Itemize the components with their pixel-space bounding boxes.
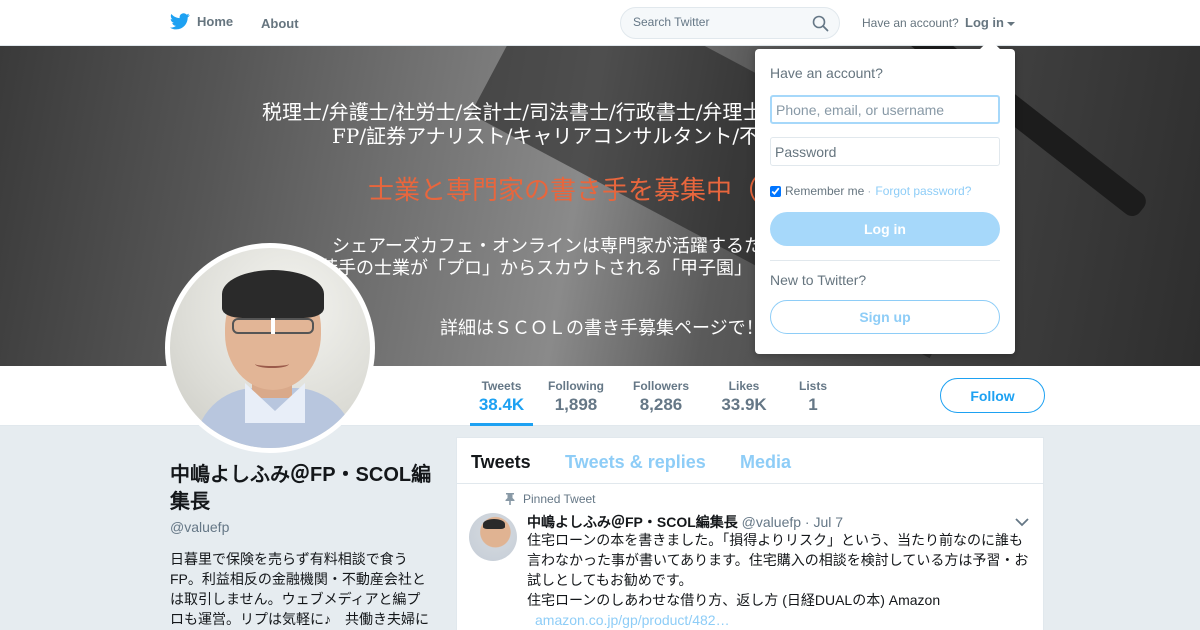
- stat-label: Likes: [728, 379, 760, 393]
- tweet-avatar[interactable]: [469, 513, 517, 561]
- avatar-photo: [170, 248, 370, 448]
- login-dropdown: Have an account? Remember me · Forgot pa…: [755, 49, 1015, 354]
- remember-me-checkbox[interactable]: [770, 185, 781, 197]
- stat-tweets[interactable]: Tweets 38.4K: [470, 379, 533, 426]
- stat-value: 8,286: [639, 395, 683, 414]
- search-box: [620, 7, 840, 39]
- have-account-text: Have an account?: [862, 16, 959, 30]
- nav-about-link[interactable]: About: [261, 16, 299, 31]
- search-input[interactable]: [633, 15, 803, 29]
- top-navigation-bar: Home About Have an account? Log in: [0, 0, 1200, 46]
- chevron-down-icon[interactable]: [1015, 517, 1029, 527]
- stat-likes[interactable]: Likes 33.9K: [718, 379, 770, 415]
- tweet-date[interactable]: · Jul 7: [805, 514, 843, 530]
- profile-handle[interactable]: @valuefp: [170, 519, 229, 535]
- stat-following[interactable]: Following 1,898: [547, 379, 605, 415]
- timeline: Tweets Tweets & replies Media Pinned Twe…: [456, 437, 1044, 630]
- twitter-bird-icon: [170, 13, 190, 30]
- banner-text-line: 詳細はＳＣＯＬの書き手募集ページで！: [440, 318, 764, 338]
- remember-me-row: Remember me · Forgot password?: [770, 184, 971, 198]
- stat-label: Lists: [798, 379, 827, 393]
- separator-dot: ·: [867, 184, 872, 198]
- search-icon[interactable]: [812, 15, 829, 32]
- tab-media[interactable]: Media: [740, 452, 791, 473]
- avatar-mouth: [255, 360, 289, 368]
- avatar-glasses: [232, 318, 314, 334]
- tweet-link[interactable]: amazon.co.jp/gp/product/482…: [527, 610, 1035, 630]
- tweet-author-handle[interactable]: @valuefp: [742, 514, 801, 530]
- stat-label: Followers: [632, 379, 689, 393]
- banner-text-line: 若手の士業が「プロ」からスカウトされる「甲子園」: [320, 258, 752, 278]
- divider: [770, 260, 1000, 261]
- stat-label: Tweets: [481, 379, 522, 393]
- login-submit-button[interactable]: Log in: [770, 212, 1000, 246]
- pin-icon: [505, 493, 515, 505]
- tweet-text: 住宅ローンの本を書きました。「損得よりリスク」という、当たり前なのに誰も言わなか…: [527, 532, 1029, 588]
- tweet-header: 中嶋よしふみ＠FP・SCOL編集長 @valuefp · Jul 7: [527, 512, 843, 532]
- profile-bio: 日暮里で保険を売らず有料相談で食うFP。利益相反の金融機関・不動産会社とは取引し…: [170, 551, 429, 627]
- login-dropdown-title: Have an account?: [770, 65, 883, 81]
- new-to-twitter-text: New to Twitter?: [770, 272, 867, 288]
- stat-value: 38.4K: [478, 395, 525, 414]
- stat-lists[interactable]: Lists 1: [797, 379, 829, 415]
- pinned-tweet-text: Pinned Tweet: [523, 492, 596, 506]
- follow-button[interactable]: Follow: [940, 378, 1045, 413]
- banner-text-line: FP/証券アナリスト/キャリアコンサルタント/不動: [332, 124, 780, 148]
- stat-value: 33.9K: [721, 395, 767, 414]
- signup-button[interactable]: Sign up: [770, 300, 1000, 334]
- caret-down-icon: [1007, 21, 1015, 26]
- password-field[interactable]: [770, 137, 1000, 166]
- stat-value: 1,898: [554, 395, 598, 414]
- username-field[interactable]: [770, 95, 1000, 124]
- stat-followers[interactable]: Followers 8,286: [632, 379, 690, 415]
- remember-me-label[interactable]: Remember me: [785, 184, 864, 198]
- tweet-text: 住宅ローンのしあわせな借り方、返し方 (日経DUALの本) Amazon: [527, 592, 941, 608]
- nav-home-link[interactable]: Home: [170, 13, 233, 30]
- nav-home-label: Home: [197, 14, 234, 29]
- tweet-body: 住宅ローンの本を書きました。「損得よりリスク」という、当たり前なのに誰も言わなか…: [527, 530, 1035, 630]
- avatar-hair: [222, 270, 324, 318]
- login-dropdown-toggle[interactable]: Log in: [965, 15, 1015, 30]
- profile-avatar[interactable]: [165, 243, 375, 453]
- tweet-author-name[interactable]: 中嶋よしふみ＠FP・SCOL編集長: [527, 514, 738, 530]
- stat-value: 1: [808, 395, 818, 414]
- forgot-password-link[interactable]: Forgot password?: [875, 184, 971, 198]
- timeline-tabs: Tweets Tweets & replies Media: [457, 438, 1043, 484]
- pinned-tweet-label: Pinned Tweet: [505, 492, 596, 506]
- stat-label: Following: [548, 379, 604, 393]
- profile-name[interactable]: 中嶋よしふみ＠FP・SCOL編集長: [170, 462, 440, 516]
- login-link-label: Log in: [965, 15, 1004, 30]
- tab-tweets-replies[interactable]: Tweets & replies: [565, 452, 706, 473]
- tab-tweets[interactable]: Tweets: [471, 452, 531, 473]
